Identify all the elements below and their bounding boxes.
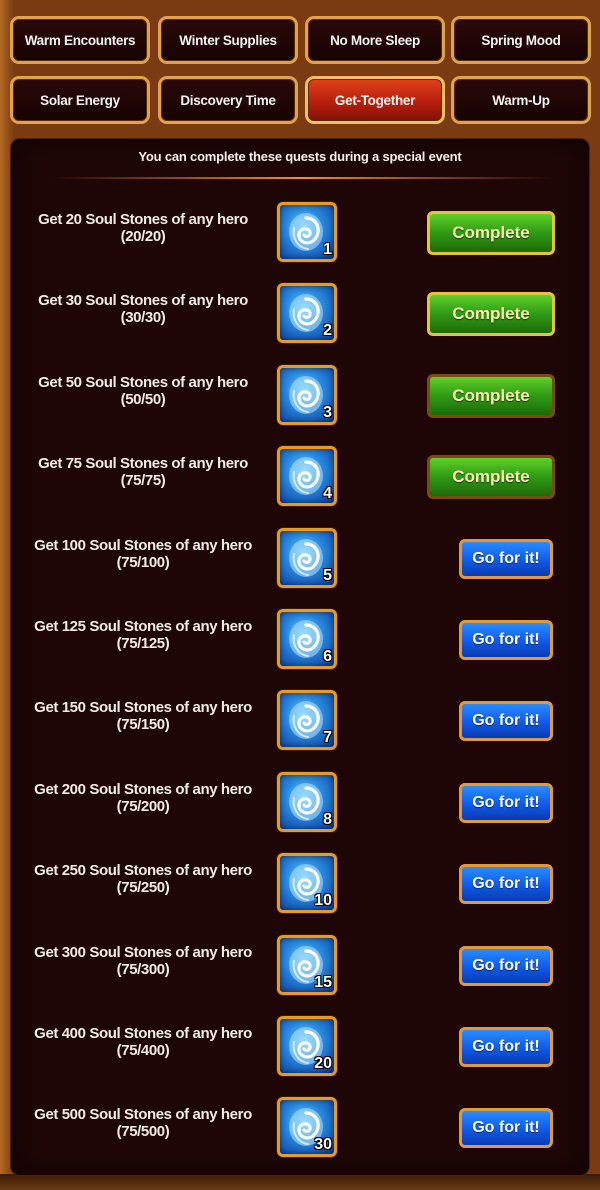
quest-row: Get 20 Soul Stones of any hero (20/20) 1 Co… xyxy=(11,201,591,265)
reward-count: 3 xyxy=(323,403,332,421)
tab-spring-mood[interactable]: Spring Mood xyxy=(451,16,591,64)
quest-description: Get 125 Soul Stones of any hero (75/125) xyxy=(25,618,261,652)
quest-title: Get 250 Soul Stones of any hero xyxy=(34,862,252,880)
quest-row: Get 500 Soul Stones of any hero (75/500) 3… xyxy=(11,1096,591,1160)
complete-button[interactable]: Complete xyxy=(427,211,555,255)
reward-count: 7 xyxy=(323,729,332,747)
quest-progress: (75/75) xyxy=(120,472,166,490)
go-for-it-button[interactable]: Go for it! xyxy=(459,538,553,579)
reward-count: 10 xyxy=(314,892,332,910)
quest-row: Get 75 Soul Stones of any hero (75/75) 4 Co… xyxy=(11,445,591,509)
quest-description: Get 400 Soul Stones of any hero (75/400) xyxy=(25,1025,261,1059)
tab-warm-encounters[interactable]: Warm Encounters xyxy=(10,16,150,64)
quest-description: Get 300 Soul Stones of any hero (75/300) xyxy=(25,944,261,978)
reward-count: 20 xyxy=(314,1055,332,1072)
quest-title: Get 100 Soul Stones of any hero xyxy=(34,536,252,554)
tab-discovery-time[interactable]: Discovery Time xyxy=(158,76,298,124)
go-for-it-button[interactable]: Go for it! xyxy=(459,1027,553,1067)
quest-row: Get 50 Soul Stones of any hero (50/50) 3 Co… xyxy=(11,364,591,428)
go-for-it-button[interactable]: Go for it! xyxy=(459,701,553,742)
quest-description: Get 20 Soul Stones of any hero (20/20) xyxy=(25,211,261,245)
quest-row: Get 125 Soul Stones of any hero (75/125) 6… xyxy=(11,608,591,672)
panel-header: You can complete these quests during a s… xyxy=(138,149,462,164)
quest-row: Get 400 Soul Stones of any hero (75/400) 2… xyxy=(11,1015,591,1079)
reward-slot[interactable]: 1 xyxy=(277,202,337,262)
background-bottom-edge xyxy=(0,1174,600,1190)
complete-button[interactable]: Complete xyxy=(427,455,555,500)
reward-slot[interactable]: 7 xyxy=(277,690,337,751)
complete-button[interactable]: Complete xyxy=(427,292,555,337)
quest-progress: (30/30) xyxy=(120,309,166,327)
reward-slot[interactable]: 10 xyxy=(277,853,337,914)
quest-title: Get 200 Soul Stones of any hero xyxy=(34,780,252,798)
quest-title: Get 30 Soul Stones of any hero xyxy=(38,292,248,310)
reward-count: 30 xyxy=(314,1136,332,1154)
quest-progress: (75/100) xyxy=(116,553,170,571)
reward-count: 2 xyxy=(323,322,332,340)
tab-winter-supplies[interactable]: Winter Supplies xyxy=(158,16,298,64)
reward-count: 15 xyxy=(314,973,332,991)
quest-description: Get 50 Soul Stones of any hero (50/50) xyxy=(25,374,261,408)
quest-progress: (75/150) xyxy=(116,716,170,734)
quest-description: Get 200 Soul Stones of any hero (75/200) xyxy=(25,781,261,815)
quest-title: Get 150 Soul Stones of any hero xyxy=(34,699,252,717)
reward-slot[interactable]: 3 xyxy=(277,364,337,425)
quest-description: Get 100 Soul Stones of any hero (75/100) xyxy=(25,537,261,571)
reward-count: 4 xyxy=(323,485,332,503)
tab-warm-up[interactable]: Warm-Up xyxy=(451,76,591,124)
quest-progress: (75/500) xyxy=(116,1123,170,1141)
quest-row: Get 300 Soul Stones of any hero (75/300) 1… xyxy=(11,934,591,998)
reward-slot[interactable]: 6 xyxy=(277,609,337,669)
quest-title: Get 300 Soul Stones of any hero xyxy=(34,943,252,961)
reward-count: 8 xyxy=(323,810,332,828)
quest-title: Get 125 Soul Stones of any hero xyxy=(34,618,252,635)
reward-slot[interactable]: 8 xyxy=(277,771,337,832)
go-for-it-button[interactable]: Go for it! xyxy=(459,1108,553,1149)
quest-description: Get 500 Soul Stones of any hero (75/500) xyxy=(25,1106,261,1140)
quest-progress: (75/400) xyxy=(116,1042,170,1059)
reward-count: 5 xyxy=(323,566,332,584)
reward-slot[interactable]: 20 xyxy=(277,1016,337,1076)
quest-title: Get 500 Soul Stones of any hero xyxy=(34,1106,252,1124)
header-divider xyxy=(51,177,551,179)
tab-no-more-sleep[interactable]: No More Sleep xyxy=(305,16,445,64)
quest-title: Get 20 Soul Stones of any hero xyxy=(38,211,248,228)
quest-progress: (75/250) xyxy=(116,879,170,897)
quest-progress: (20/20) xyxy=(120,228,166,245)
reward-count: 1 xyxy=(323,241,332,258)
quest-title: Get 400 Soul Stones of any hero xyxy=(34,1025,252,1042)
quest-description: Get 30 Soul Stones of any hero (30/30) xyxy=(25,292,261,326)
go-for-it-button[interactable]: Go for it! xyxy=(459,945,553,986)
reward-slot[interactable]: 5 xyxy=(277,527,337,588)
reward-slot[interactable]: 2 xyxy=(277,283,337,344)
reward-slot[interactable]: 15 xyxy=(277,934,337,995)
reward-count: 6 xyxy=(323,648,332,665)
quest-description: Get 150 Soul Stones of any hero (75/150) xyxy=(25,699,261,733)
quest-row: Get 150 Soul Stones of any hero (75/150) 7… xyxy=(11,689,591,753)
quest-row: Get 250 Soul Stones of any hero (75/250) 1… xyxy=(11,852,591,916)
reward-slot[interactable]: 30 xyxy=(277,1097,337,1158)
quest-row: Get 100 Soul Stones of any hero (75/100) 5… xyxy=(11,527,591,591)
tab-get-together[interactable]: Get-Together xyxy=(305,76,445,124)
quest-row: Get 200 Soul Stones of any hero (75/200) 8… xyxy=(11,771,591,835)
quest-description: Get 250 Soul Stones of any hero (75/250) xyxy=(25,862,261,896)
go-for-it-button[interactable]: Go for it! xyxy=(459,782,553,823)
go-for-it-button[interactable]: Go for it! xyxy=(459,864,553,905)
quest-progress: (75/300) xyxy=(116,960,170,978)
complete-button[interactable]: Complete xyxy=(427,373,555,418)
go-for-it-button[interactable]: Go for it! xyxy=(459,620,553,660)
quest-title: Get 50 Soul Stones of any hero xyxy=(38,373,248,391)
quest-progress: (50/50) xyxy=(120,390,166,408)
quest-progress: (75/200) xyxy=(116,797,170,815)
reward-slot[interactable]: 4 xyxy=(277,446,337,507)
quest-description: Get 75 Soul Stones of any hero (75/75) xyxy=(25,455,261,489)
quest-panel: You can complete these quests during a s… xyxy=(10,138,590,1176)
quest-row: Get 30 Soul Stones of any hero (30/30) 2 Co… xyxy=(11,282,591,346)
tab-solar-energy[interactable]: Solar Energy xyxy=(10,76,150,124)
quest-title: Get 75 Soul Stones of any hero xyxy=(38,455,248,473)
quest-progress: (75/125) xyxy=(116,635,170,652)
